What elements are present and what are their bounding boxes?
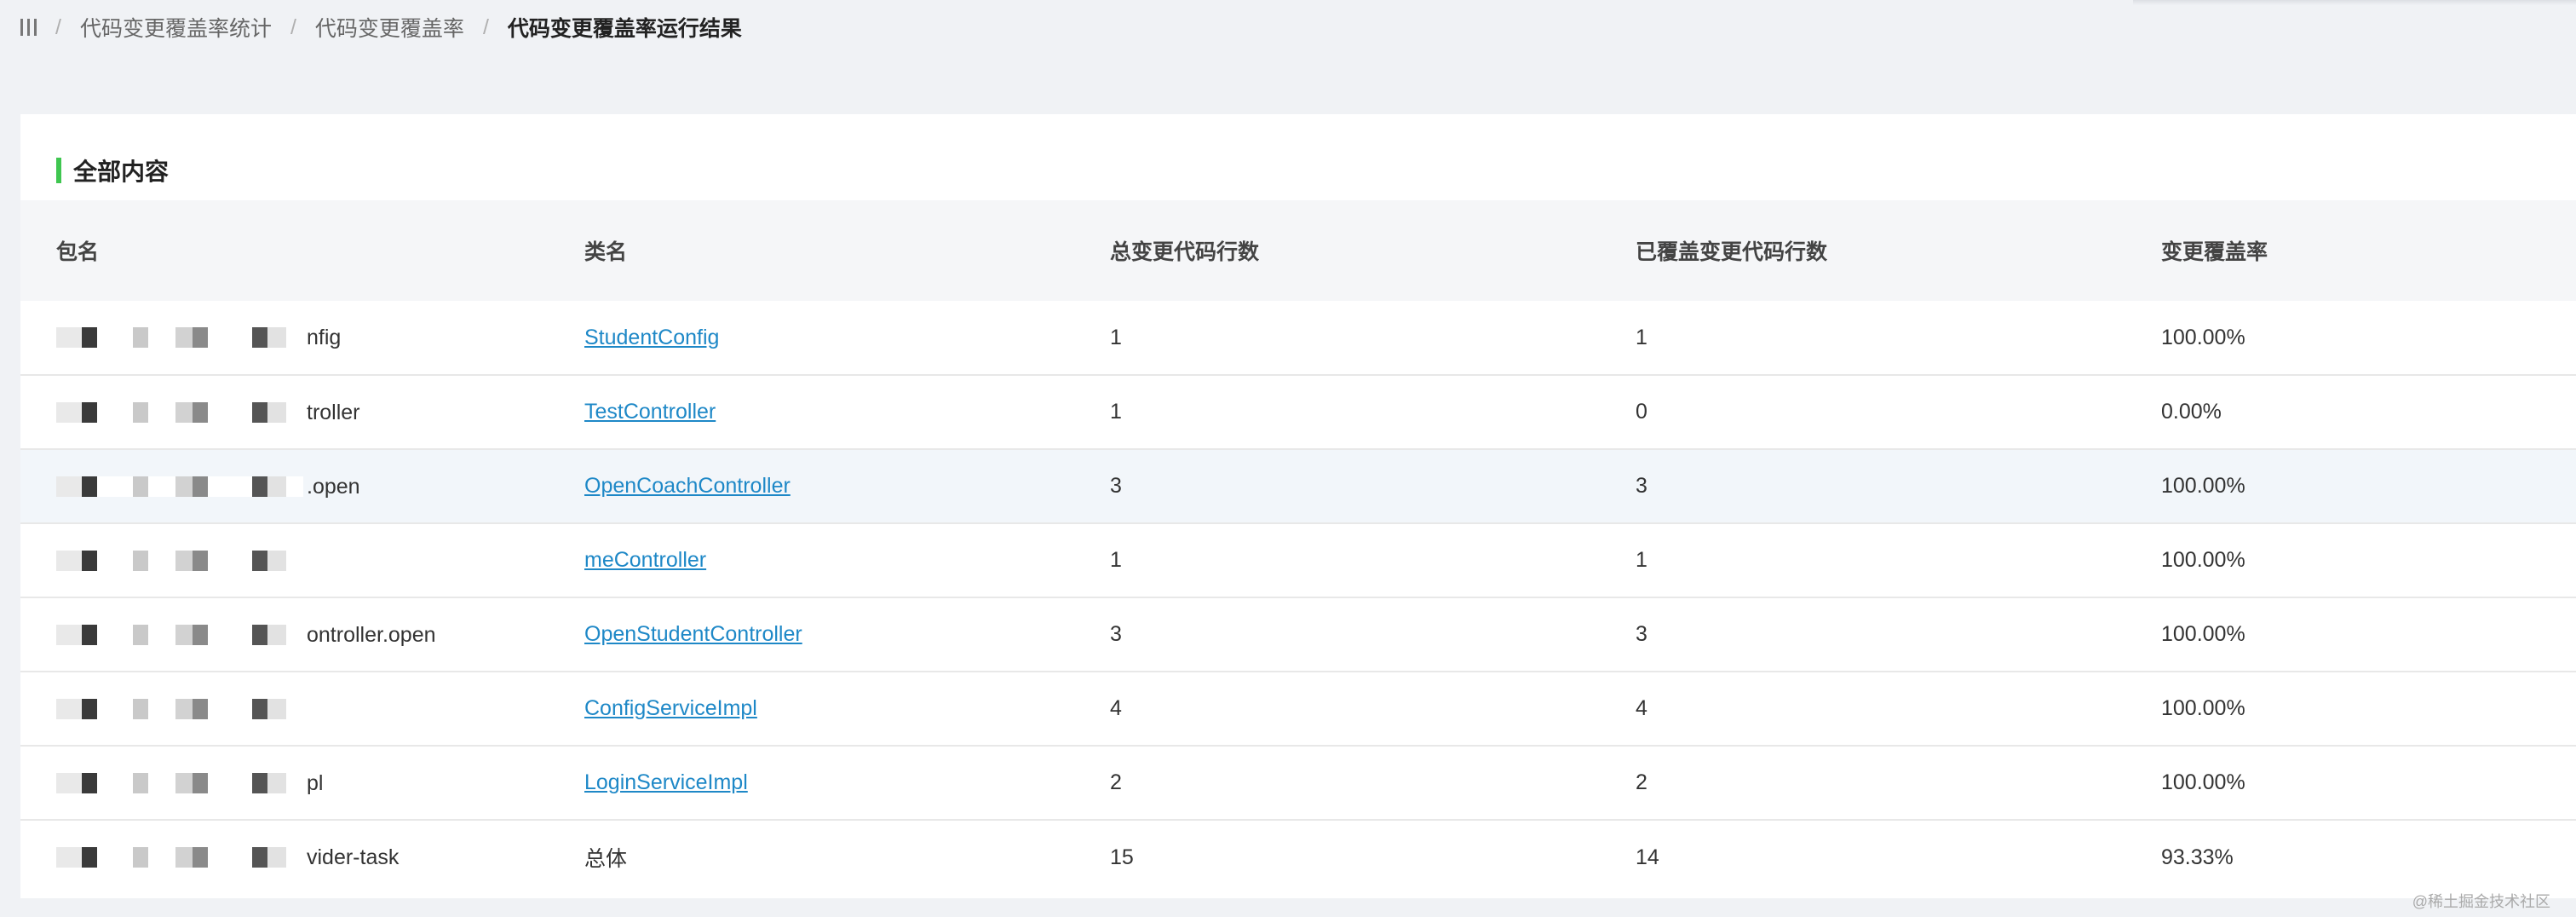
package-name-text: nfig [307,325,342,349]
table-header: 包名 类名 总变更代码行数 已覆盖变更代码行数 变更覆盖率 [20,200,2576,301]
class-name-link[interactable]: LoginServiceImpl [584,770,748,794]
cell-coverage-rate: 100.00% [2161,696,2245,720]
column-header-total-lines: 总变更代码行数 [1110,240,1260,264]
table-header-row: 包名 类名 总变更代码行数 已覆盖变更代码行数 变更覆盖率 [20,200,2576,301]
section-title-text: 全部内容 [73,159,170,185]
redacted-package-mosaic [56,847,303,868]
cell-total-lines: 4 [1110,696,1122,720]
table-row: ontroller.open OpenStudentController 3 3 100… [20,597,2576,672]
cell-covered-lines: 3 [1636,622,1647,646]
cell-total-lines: 1 [1110,325,1122,349]
cell-package [20,672,549,746]
redacted-package-mosaic [56,698,303,719]
column-header-covered-lines: 已覆盖变更代码行数 [1636,240,1828,264]
cell-coverage-rate: 93.33% [2161,845,2234,869]
cell-coverage-rate: 100.00% [2161,770,2245,794]
cell-class: TestController [549,375,1074,449]
cell-package: pl [20,746,549,820]
cell-package: nfig [20,301,549,375]
cell-covered-lines: 4 [1636,696,1647,720]
class-name-link[interactable]: StudentConfig [584,326,719,349]
cell-coverage-rate: 100.00% [2161,548,2245,572]
cell-package: ontroller.open [20,597,549,672]
section-title: 全部内容 [56,155,169,186]
class-name-text: 总体 [584,847,628,871]
cell-package [20,523,549,597]
menu-icon[interactable] [20,19,37,36]
column-header-coverage-rate: 变更覆盖率 [2161,240,2268,264]
class-name-link[interactable]: ConfigServiceImpl [584,696,757,720]
cell-covered-lines: 2 [1636,770,1647,794]
cell-covered-lines: 0 [1636,400,1647,424]
package-name-text: .open [307,474,360,499]
top-shadow [2133,0,2576,5]
breadcrumb: / 代码变更覆盖率统计 / 代码变更覆盖率 / 代码变更覆盖率运行结果 [20,12,742,43]
cell-coverage-rate: 100.00% [2161,622,2245,646]
cell-package: .open [20,449,549,523]
redacted-package-mosaic [56,401,303,423]
class-name-link[interactable]: OpenCoachController [584,474,791,498]
cell-total-lines: 1 [1110,400,1122,424]
table-row: meController 1 1 100.00% [20,523,2576,597]
watermark: @稀土掘金技术社区 [2412,893,2550,910]
breadcrumb-item-coverage-stats[interactable]: 代码变更覆盖率统计 [80,12,272,43]
package-name-text: vider-task [307,845,400,869]
table-row: nfig StudentConfig 1 1 100.00% [20,301,2576,375]
cell-coverage-rate: 100.00% [2161,474,2245,498]
table-row: vider-task 总体 15 14 93.33% [20,820,2576,894]
redacted-package-mosaic [56,550,303,571]
cell-total-lines: 2 [1110,770,1122,794]
column-header-package: 包名 [56,240,100,264]
class-name-link[interactable]: OpenStudentController [584,622,802,646]
table-row: troller TestController 1 0 0.00% [20,375,2576,449]
coverage-table: 包名 类名 总变更代码行数 已覆盖变更代码行数 变更覆盖率 nfig Studen… [20,200,2576,894]
breadcrumb-separator: / [290,14,296,39]
package-name-text: troller [307,400,360,424]
column-header-class: 类名 [584,240,628,264]
cell-package: vider-task [20,820,549,894]
cell-class: ConfigServiceImpl [549,672,1074,746]
results-card: 全部内容 包名 类名 总变更代码行数 已覆盖变更代码行数 变更覆盖率 nfig S… [20,114,2576,898]
table-row: pl LoginServiceImpl 2 2 100.00% [20,746,2576,820]
class-name-link[interactable]: meController [584,548,706,572]
cell-class: meController [549,523,1074,597]
cell-class: OpenCoachController [549,449,1074,523]
breadcrumb-item-coverage[interactable]: 代码变更覆盖率 [315,12,464,43]
cell-class: LoginServiceImpl [549,746,1074,820]
redacted-package-mosaic [56,327,303,349]
cell-covered-lines: 3 [1636,474,1647,498]
cell-class: StudentConfig [549,301,1074,375]
redacted-package-mosaic [56,772,303,793]
cell-covered-lines: 14 [1636,845,1659,869]
table-body: nfig StudentConfig 1 1 100.00% troller TestCon… [20,301,2576,894]
breadcrumb-item-run-results: 代码变更覆盖率运行结果 [507,17,742,41]
redacted-package-mosaic [56,476,303,497]
cell-total-lines: 1 [1110,548,1122,572]
section-accent-bar [56,158,61,183]
cell-package: troller [20,375,549,449]
cell-total-lines: 3 [1110,474,1122,498]
table-row: ConfigServiceImpl 4 4 100.00% [20,672,2576,746]
cell-covered-lines: 1 [1636,548,1647,572]
cell-class: OpenStudentController [549,597,1074,672]
table-row: .open OpenCoachController 3 3 100.00% [20,449,2576,523]
redacted-package-mosaic [56,624,303,645]
breadcrumb-separator: / [482,14,489,39]
class-name-link[interactable]: TestController [584,400,716,424]
cell-total-lines: 3 [1110,622,1122,646]
cell-total-lines: 15 [1110,845,1134,869]
cell-coverage-rate: 100.00% [2161,325,2245,349]
cell-covered-lines: 1 [1636,325,1647,349]
cell-class: 总体 [549,820,1074,894]
package-name-text: ontroller.open [307,622,436,647]
breadcrumb-separator: / [55,14,61,39]
package-name-text: pl [307,770,324,795]
cell-coverage-rate: 0.00% [2161,400,2222,424]
